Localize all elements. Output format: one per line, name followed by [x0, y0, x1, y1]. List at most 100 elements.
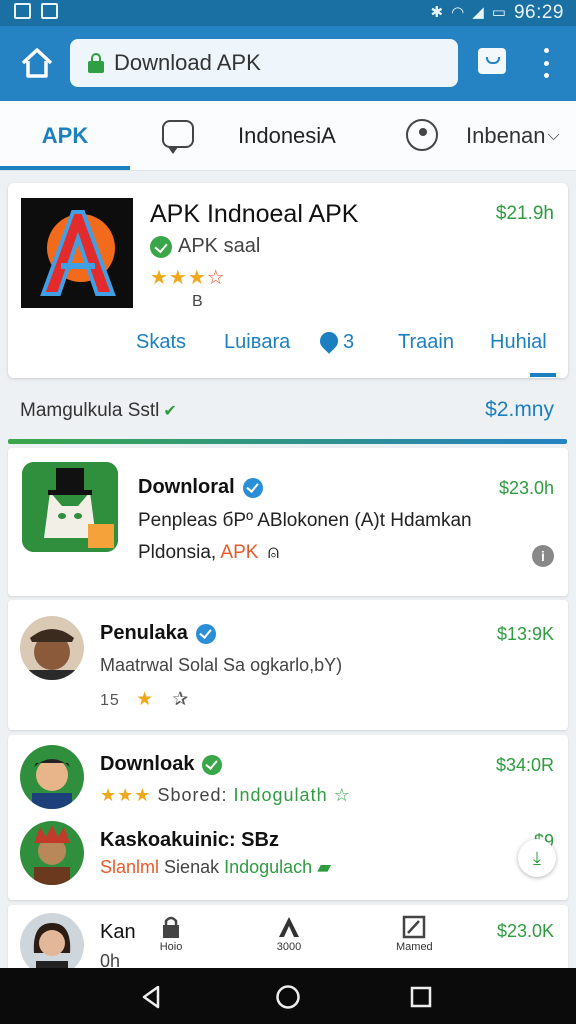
chevron-down-icon: ⌵ — [547, 127, 560, 144]
language-dropdown[interactable]: Inbenan ⌵ — [466, 101, 560, 171]
lock-icon — [88, 53, 104, 73]
section-title-text: Mamgulkula Sstl — [20, 400, 160, 421]
list-item[interactable]: Downloral $23.0h Penpleas бPº ABlokonen … — [8, 448, 568, 596]
share-icon[interactable]: ✰ — [172, 688, 189, 711]
overlay-app[interactable]: 3000 — [276, 915, 302, 953]
cat-app-icon — [22, 462, 118, 552]
chat-icon[interactable] — [162, 120, 194, 154]
meta-prefix: Sbored: — [157, 785, 228, 805]
title-text: Kan — [100, 921, 136, 943]
action-skats[interactable]: Skats — [136, 331, 186, 354]
info-icon[interactable]: i — [532, 545, 554, 567]
list-item-meta: ★★★ Sbored: Indogulath ☆ — [100, 785, 351, 806]
title-text: Penulaka — [100, 622, 188, 644]
action-location[interactable]: 3 — [316, 328, 355, 354]
tab-indonesia[interactable]: IndonesiA — [238, 101, 336, 171]
action-huhial[interactable]: Huhial — [490, 331, 547, 354]
list-item-price: $13:9K — [496, 624, 554, 644]
download-fab-icon[interactable]: ⤓ — [518, 839, 556, 877]
overlay-lock[interactable]: Hoio — [158, 915, 184, 953]
language-label: Inbenan — [466, 123, 546, 148]
section-header: Mamgulkula Sstl ✔ $2.mny — [0, 395, 576, 439]
screenshot-icon — [41, 3, 58, 19]
lock-icon — [163, 916, 179, 938]
app-logo-icon — [21, 198, 133, 308]
home-icon[interactable] — [18, 44, 56, 82]
overlay-edit[interactable]: Mamed — [396, 915, 433, 953]
title-text: Downloral — [138, 476, 235, 498]
list-item-description: Penpleas бPº ABlokonen (A)t Hdamkan — [138, 510, 472, 531]
meta-prefix: Slanlml — [100, 857, 160, 877]
meta-highlight: Indogulach — [224, 857, 313, 877]
tabs-icon[interactable] — [478, 48, 506, 74]
action-traain[interactable]: Traain — [398, 331, 454, 354]
overlay-label: 3000 — [276, 941, 302, 953]
meta-highlight: APK — [220, 542, 259, 563]
category-tabs: APK IndonesiA Inbenan ⌵ — [0, 101, 576, 171]
signal-icon: ◢ — [472, 4, 484, 21]
list-item-price: $23.0K — [496, 921, 554, 941]
notification-icon — [14, 3, 31, 19]
rating-row: 15 ★ ✰ — [100, 688, 189, 711]
browser-toolbar: Download APK — [0, 26, 576, 101]
home-circle-icon[interactable] — [275, 984, 301, 1010]
featured-price: $21.9h — [495, 203, 554, 224]
list-item-description: Mаatrwal Solal Sa ogkarlo,bY) — [100, 655, 343, 675]
verified-icon — [195, 623, 216, 644]
list-item-meta: Slanlml Sienak Indogulach ▰ — [100, 857, 331, 878]
overlay-label: Mamed — [396, 941, 433, 953]
section-link[interactable]: $2.mny — [485, 398, 554, 422]
list-item-title: Kan — [100, 921, 136, 944]
avatar — [20, 821, 84, 885]
list-group: Downloak $34:0R ★★★ Sbored: Indogulath ☆… — [8, 735, 568, 900]
status-bar: ✱ ◠ ◢ ▭ 96:29 — [0, 0, 576, 26]
recents-icon[interactable] — [408, 984, 434, 1010]
globe-icon[interactable] — [406, 119, 438, 151]
address-bar[interactable]: Download APK — [70, 39, 458, 87]
featured-title: APK Indnoeаl APK — [150, 200, 359, 228]
list-item-price: $23.0h — [498, 478, 554, 498]
section-divider — [8, 439, 567, 444]
rating-count: 15 — [100, 692, 120, 709]
system-nav-bar — [0, 968, 576, 1024]
bluetooth-icon: ✱ — [430, 4, 444, 21]
title-text: Kaskoakuinic: SBz — [100, 829, 279, 851]
tab-apk[interactable]: APK — [0, 101, 130, 171]
verified-icon — [202, 754, 223, 775]
featured-action-indicator — [530, 373, 556, 377]
clock: 96:29 — [513, 2, 564, 23]
location-pin-icon — [316, 328, 342, 354]
avatar — [20, 745, 84, 809]
action-luivara[interactable]: Luiвara — [224, 331, 290, 354]
featured-subtitle-text: APK saal — [178, 235, 261, 257]
meta-mid: Sienak — [164, 857, 220, 877]
meta-prefix: Pldonsia, — [138, 542, 217, 563]
list-item-title[interactable]: Downloak — [100, 753, 223, 776]
list-item-price: $34:0R — [495, 755, 554, 775]
list-item[interactable]: Kan 0h $23.0K Hoio 3000 Mamed — [8, 905, 568, 977]
tag-icon: ▰ — [317, 857, 332, 877]
star-outline-icon: ☆ — [333, 785, 351, 805]
meta-highlight: Indogulath — [233, 785, 328, 805]
list-item-meta: Pldonsia, APK ⍝ — [138, 542, 279, 564]
verified-icon — [150, 235, 172, 258]
edit-icon — [403, 915, 426, 939]
section-title: Mamgulkula Sstl ✔ — [20, 400, 177, 422]
list-item[interactable]: Penulaka $13:9K Mаatrwal Solal Sa ogkarl… — [8, 600, 568, 730]
active-tab-indicator — [0, 166, 130, 170]
wifi-icon: ◠ — [451, 4, 465, 21]
title-text: Downloak — [100, 753, 195, 775]
rating-count: B — [192, 293, 203, 310]
rating-stars: ★★★☆ — [150, 267, 226, 289]
overflow-menu-icon[interactable] — [538, 48, 554, 78]
rating-stars: ★★★ — [100, 785, 152, 805]
location-count: 3 — [343, 331, 355, 353]
check-icon: ✔ — [163, 403, 177, 420]
featured-subtitle: APK saal — [150, 235, 260, 258]
back-icon[interactable] — [138, 984, 164, 1010]
overlay-label: Hoio — [159, 941, 183, 953]
featured-app-card[interactable]: APK Indnoeаl APK $21.9h APK saal ★★★☆ B … — [8, 183, 568, 378]
avatar — [20, 616, 84, 680]
list-item-title[interactable]: Kaskoakuinic: SBz — [100, 829, 279, 852]
list-item-title: Downloral — [138, 476, 263, 499]
